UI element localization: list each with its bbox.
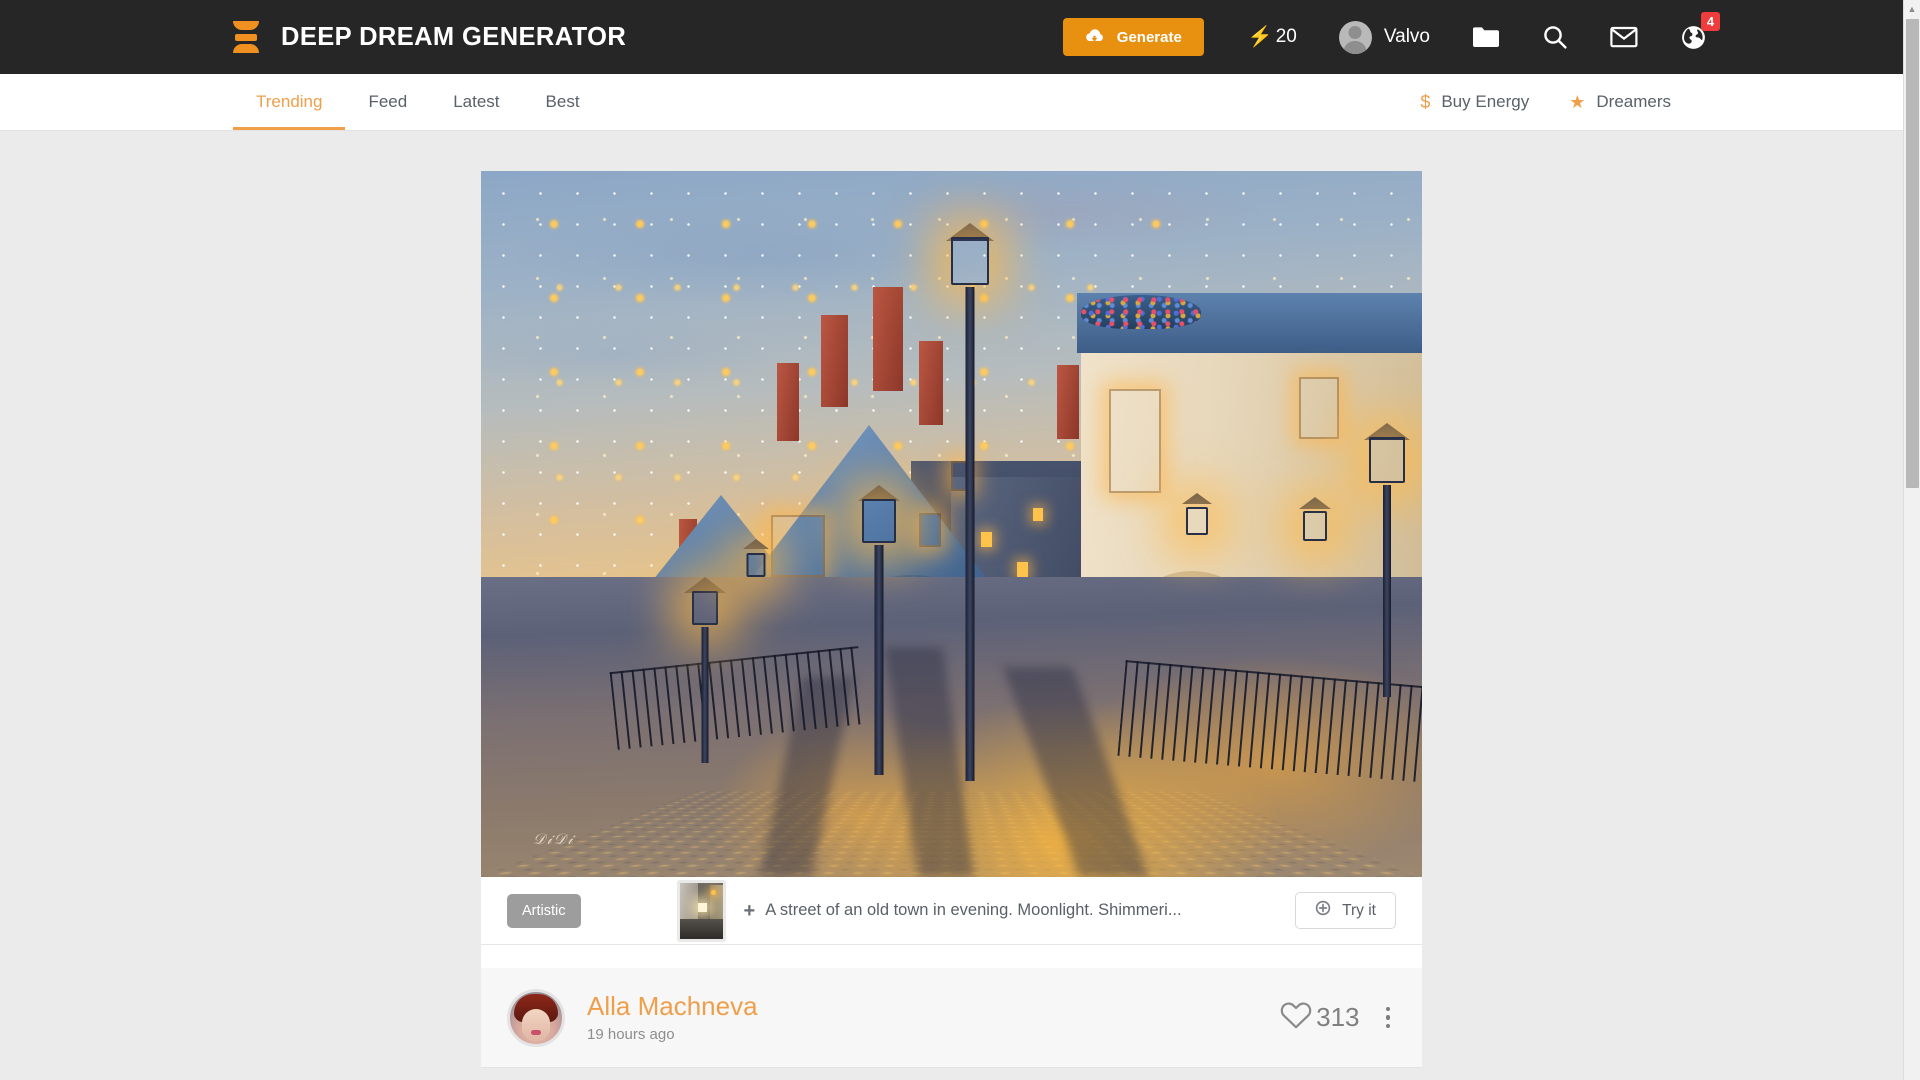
buy-energy-link[interactable]: $ Buy Energy <box>1420 92 1529 112</box>
style-tag[interactable]: Artistic <box>507 893 581 928</box>
street-lamp <box>681 577 729 781</box>
lit-window <box>1109 389 1161 493</box>
tab-feed[interactable]: Feed <box>345 74 430 130</box>
dollar-sign-icon: $ <box>1420 92 1431 112</box>
search-icon[interactable] <box>1542 24 1568 50</box>
dreamers-link[interactable]: ★ Dreamers <box>1569 92 1671 112</box>
window-light <box>1033 508 1043 521</box>
expand-prompt-icon[interactable]: + <box>744 901 756 921</box>
chimney <box>1057 365 1079 439</box>
secondary-nav-bar: Trending Feed Latest Best $ Buy Energy ★… <box>0 74 1903 131</box>
like-button[interactable]: 313 <box>1279 1000 1360 1036</box>
mail-envelope-icon[interactable] <box>1610 26 1638 48</box>
window-light <box>1017 562 1028 577</box>
scroll-up-arrow-icon[interactable]: ▲ <box>1904 0 1920 17</box>
artist-signature: 𝒟𝒾𝒟𝒾 <box>533 832 575 848</box>
brand-logo[interactable]: DEEP DREAM GENERATOR <box>233 21 626 53</box>
post-card: 𝒟𝒾𝒟𝒾 Artistic + A street of an old town … <box>481 171 1422 1068</box>
folder-icon[interactable] <box>1472 26 1500 48</box>
reference-thumbnail[interactable] <box>676 879 726 942</box>
tab-best[interactable]: Best <box>523 74 603 130</box>
plus-circle-icon <box>1315 900 1331 921</box>
street-lamp <box>849 485 909 799</box>
author-name-link[interactable]: Alla Machneva <box>587 992 758 1021</box>
like-count: 313 <box>1316 1002 1360 1032</box>
energy-counter[interactable]: ⚡ 20 <box>1248 26 1297 48</box>
wall-lamp <box>1293 497 1337 591</box>
star-icon: ★ <box>1569 92 1586 112</box>
kebab-menu-icon[interactable] <box>1380 1003 1397 1033</box>
cloud-upload-icon <box>1085 28 1104 47</box>
lightning-bolt-icon: ⚡ <box>1247 26 1273 48</box>
prompt-bar: Artistic + A street of an old town in ev… <box>481 877 1422 945</box>
dreamers-label: Dreamers <box>1596 92 1671 111</box>
lit-window <box>771 515 825 577</box>
scrollbar-thumb[interactable] <box>1906 19 1919 488</box>
brand-title: DEEP DREAM GENERATOR <box>281 22 627 51</box>
user-name-label: Valvo <box>1383 26 1430 47</box>
hourglass-logo-icon <box>233 21 259 53</box>
tab-trending[interactable]: Trending <box>233 74 346 130</box>
lit-window <box>919 513 941 547</box>
heart-icon <box>1279 1000 1313 1036</box>
artwork-image[interactable]: 𝒟𝒾𝒟𝒾 <box>481 171 1422 877</box>
tab-latest[interactable]: Latest <box>430 74 522 130</box>
street-lamp-tall <box>939 223 1001 807</box>
user-menu[interactable]: Valvo <box>1338 20 1430 54</box>
nav-links: $ Buy Energy ★ Dreamers <box>1420 74 1671 130</box>
post-timestamp: 19 hours ago <box>587 1025 675 1043</box>
prompt-text[interactable]: A street of an old town in evening. Moon… <box>765 901 1181 920</box>
chimney <box>873 287 903 391</box>
energy-value: 20 <box>1275 26 1297 47</box>
author-bar: Alla Machneva 19 hours ago 313 <box>481 968 1422 1068</box>
chimney <box>821 315 848 407</box>
wall-lamp <box>1177 493 1217 577</box>
chimney <box>777 363 799 441</box>
notification-badge: 4 <box>1701 11 1720 31</box>
header-actions: Generate ⚡ 20 Valvo 4 <box>1062 11 1720 56</box>
street-lamp <box>1359 423 1415 697</box>
user-avatar-icon <box>1338 20 1372 54</box>
try-it-label: Try it <box>1342 901 1376 919</box>
nav-tabs: Trending Feed Latest Best <box>233 74 603 130</box>
generate-button-label: Generate <box>1116 28 1182 46</box>
avatar[interactable] <box>507 988 565 1047</box>
flower-box <box>1081 295 1201 329</box>
globe-notifications-icon[interactable]: 4 <box>1680 11 1720 51</box>
buy-energy-label: Buy Energy <box>1441 92 1530 111</box>
artwork-canvas: 𝒟𝒾𝒟𝒾 <box>481 171 1422 877</box>
top-header-bar: DEEP DREAM GENERATOR Generate ⚡ 20 Valvo <box>0 0 1903 74</box>
page-scrollbar[interactable]: ▲ <box>1903 0 1920 1080</box>
lit-window <box>1299 377 1339 439</box>
try-it-button[interactable]: Try it <box>1295 892 1396 929</box>
feed-container: 𝒟𝒾𝒟𝒾 Artistic + A street of an old town … <box>0 131 1903 1068</box>
author-meta: Alla Machneva 19 hours ago <box>587 992 758 1043</box>
generate-button[interactable]: Generate <box>1062 18 1204 56</box>
wall-lamp <box>739 539 773 609</box>
